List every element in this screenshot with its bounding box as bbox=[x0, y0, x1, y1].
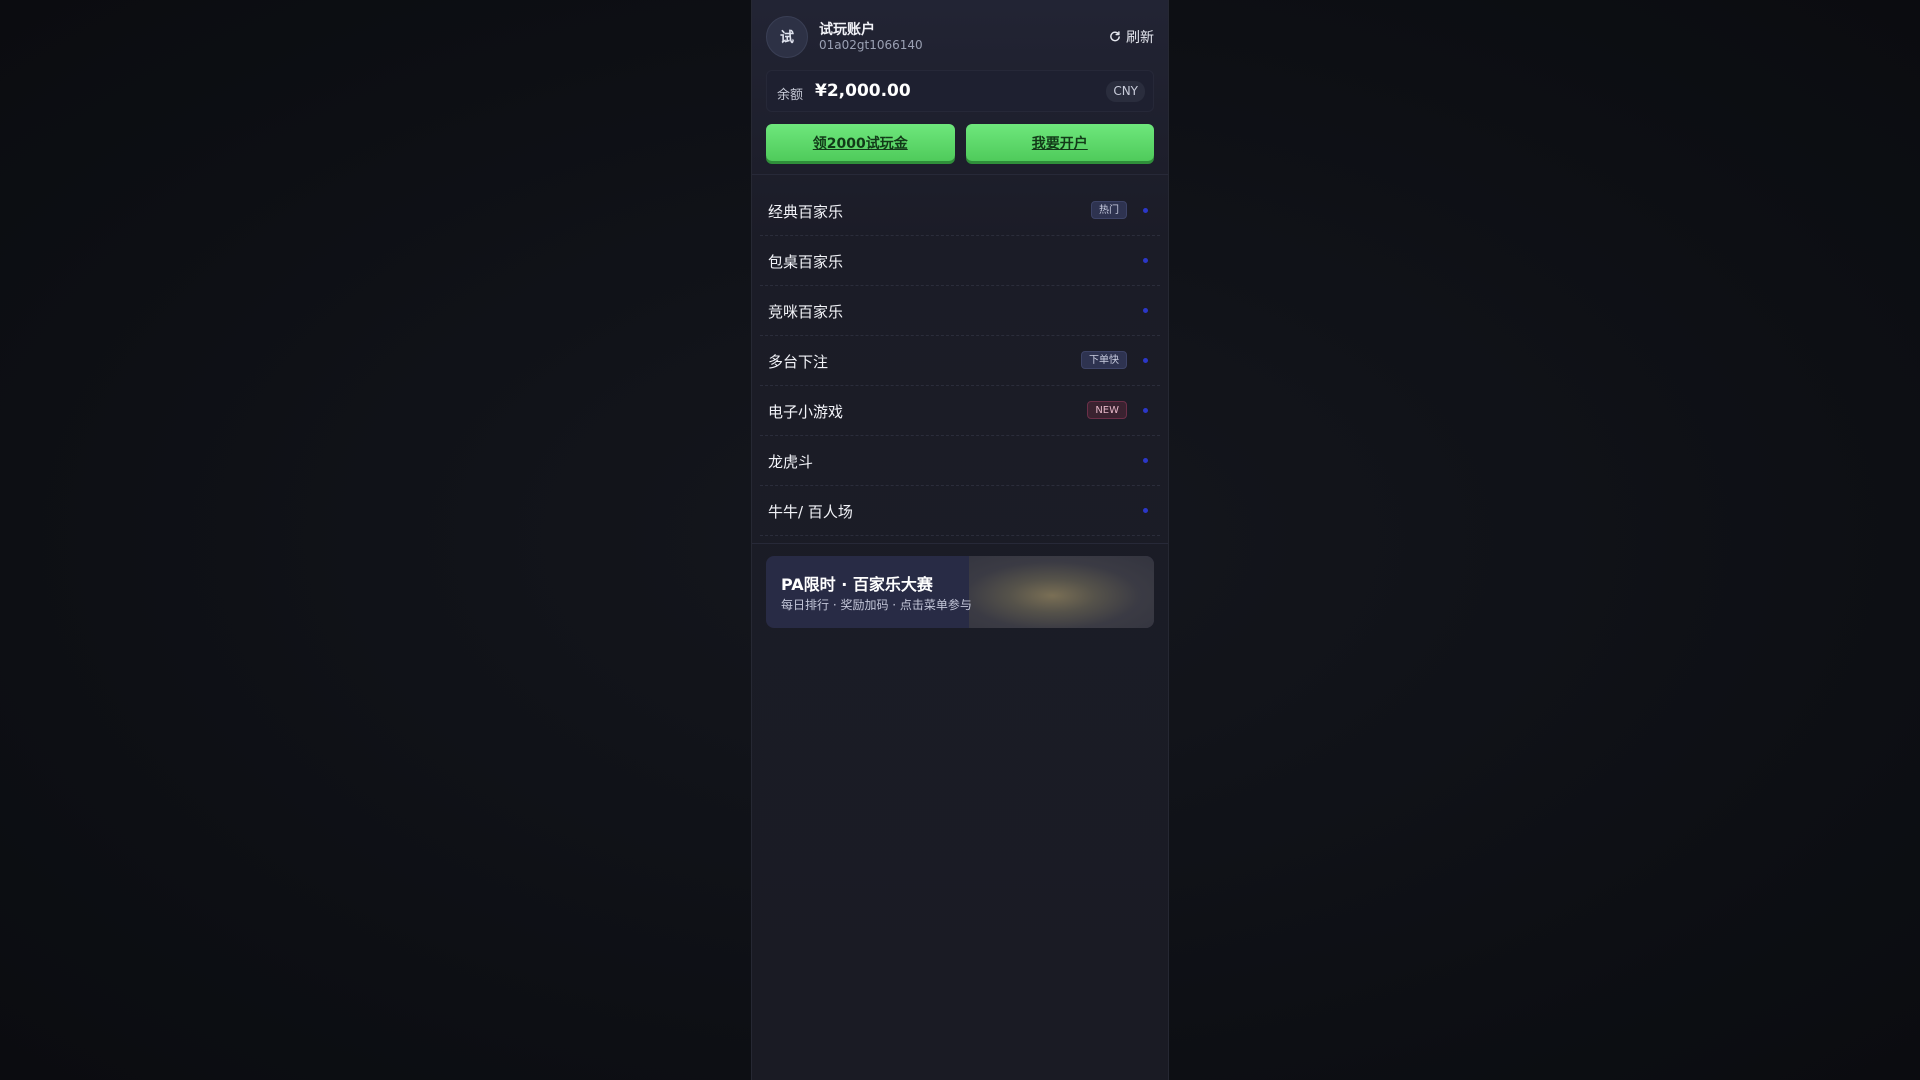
menu-item-label: 多台下注 bbox=[768, 353, 829, 371]
new-badge: NEW bbox=[1087, 401, 1127, 419]
menu-item-classic-baccarat[interactable]: 经典百家乐 热门 bbox=[760, 186, 1160, 236]
indicator-dot-icon bbox=[1143, 358, 1148, 363]
menu-item-label: 牛牛/ 百人场 bbox=[768, 503, 853, 521]
divider bbox=[752, 174, 1168, 175]
promo-image bbox=[969, 556, 1154, 628]
menu-item-mini-games[interactable]: 电子小游戏 NEW bbox=[760, 386, 1160, 436]
menu-item-multi-table-bet[interactable]: 多台下注 下单快 bbox=[760, 336, 1160, 386]
menu-item-label: 电子小游戏 bbox=[768, 403, 844, 421]
menu-item-squeeze-baccarat[interactable]: 竞咪百家乐 bbox=[760, 286, 1160, 336]
menu-item-vip-baccarat[interactable]: 包桌百家乐 bbox=[760, 236, 1160, 286]
account-name: 试玩账户 bbox=[819, 22, 875, 38]
game-menu: 经典百家乐 热门 包桌百家乐 竞咪百家乐 多台下注 下单快 电子小游戏 NEW bbox=[760, 186, 1160, 536]
indicator-dot-icon bbox=[1143, 408, 1148, 413]
balance-value: ¥2,000.00 bbox=[815, 81, 911, 101]
page-background: 试 试玩账户 01a02gt1066140 刷新 余额 ¥2,000.00 CN… bbox=[0, 0, 1920, 1080]
avatar[interactable]: 试 bbox=[766, 16, 808, 58]
hot-badge: 热门 bbox=[1091, 201, 1127, 219]
indicator-dot-icon bbox=[1143, 458, 1148, 463]
indicator-dot-icon bbox=[1143, 308, 1148, 313]
refresh-label: 刷新 bbox=[1126, 30, 1154, 46]
indicator-dot-icon bbox=[1143, 258, 1148, 263]
account-header: 试 试玩账户 01a02gt1066140 刷新 bbox=[766, 16, 1154, 58]
promo-subtitle: 每日排行 · 奖励加码 · 点击菜单参与 bbox=[781, 598, 972, 612]
menu-item-niuniu[interactable]: 牛牛/ 百人场 bbox=[760, 486, 1160, 536]
claim-trial-funds-button[interactable]: 领2000试玩金 bbox=[766, 124, 955, 161]
account-id: 01a02gt1066140 bbox=[819, 38, 923, 52]
fast-order-badge: 下单快 bbox=[1081, 351, 1127, 369]
promo-title: PA限时 · 百家乐大赛 bbox=[781, 575, 933, 594]
refresh-button[interactable]: 刷新 bbox=[1109, 27, 1154, 47]
mobile-app-frame: 试 试玩账户 01a02gt1066140 刷新 余额 ¥2,000.00 CN… bbox=[751, 0, 1169, 1080]
promo-banner[interactable]: PA限时 · 百家乐大赛 每日排行 · 奖励加码 · 点击菜单参与 bbox=[766, 556, 1154, 628]
menu-item-label: 经典百家乐 bbox=[768, 203, 844, 221]
menu-item-label: 龙虎斗 bbox=[768, 453, 814, 471]
divider bbox=[752, 543, 1168, 544]
menu-item-dragon-tiger[interactable]: 龙虎斗 bbox=[760, 436, 1160, 486]
indicator-dot-icon bbox=[1143, 208, 1148, 213]
open-account-button[interactable]: 我要开户 bbox=[965, 124, 1154, 161]
menu-item-label: 竞咪百家乐 bbox=[768, 303, 844, 321]
indicator-dot-icon bbox=[1143, 508, 1148, 513]
balance-label: 余额 bbox=[777, 88, 804, 103]
action-buttons: 领2000试玩金 我要开户 bbox=[766, 124, 1154, 164]
refresh-icon bbox=[1109, 31, 1121, 43]
menu-item-label: 包桌百家乐 bbox=[768, 253, 844, 271]
balance-card: 余额 ¥2,000.00 CNY bbox=[766, 70, 1154, 112]
currency-badge: CNY bbox=[1106, 81, 1145, 102]
